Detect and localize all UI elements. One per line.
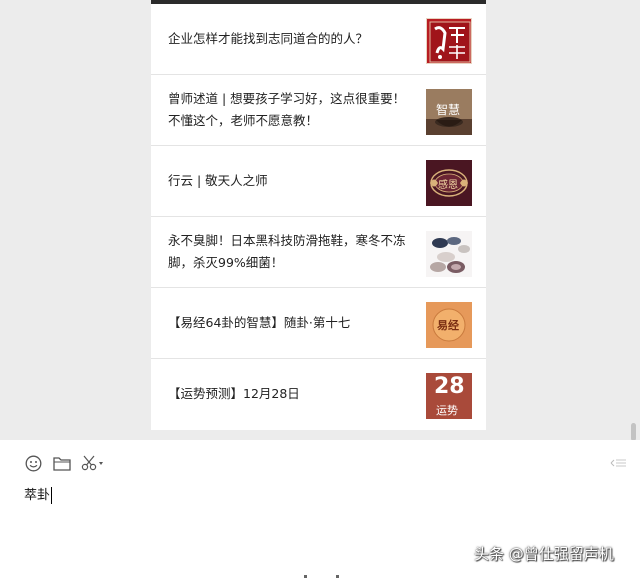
article-title[interactable]: 永不臭脚！日本黑科技防滑拖鞋，寒冬不冻 脚，杀灭99%细菌！: [168, 217, 413, 287]
emoji-smiley-icon[interactable]: [24, 454, 42, 472]
yijing-badge-thumbnail[interactable]: 易经: [426, 302, 472, 348]
article-item[interactable]: 【运势预测】12月28日 28 运势: [151, 359, 486, 430]
message-input-text[interactable]: 萃卦: [24, 488, 50, 503]
article-item[interactable]: 曾师述道 | 想要孩子学习好，这点很重要！ 不懂这个，老师不愿意教！ 智慧: [151, 75, 486, 146]
article-title[interactable]: 曾师述道 | 想要孩子学习好，这点很重要！ 不懂这个，老师不愿意教！: [168, 75, 413, 145]
message-input[interactable]: 萃卦: [24, 485, 584, 507]
ornate-frame-thumbnail[interactable]: 感恩: [426, 160, 472, 206]
brush-calligraphy-thumbnail[interactable]: [426, 18, 472, 64]
message-compose-area: 萃卦 头条 @曾仕强留声机: [0, 440, 640, 578]
article-title[interactable]: 【运势预测】12月28日: [168, 359, 413, 429]
thumb-caption: 感恩: [438, 180, 458, 191]
calendar-fortune-thumbnail[interactable]: 28 运势: [426, 373, 472, 419]
thumb-caption: 智慧: [436, 103, 461, 117]
slippers-photo-thumbnail[interactable]: [426, 231, 472, 277]
article-list-card: 企业怎样才能找到志同道合的的人？ 曾师述道 | 想要孩子学习好，这点很重要！ 不…: [151, 0, 486, 430]
tea-cup-thumbnail[interactable]: 智慧: [426, 89, 472, 135]
thumb-caption: 运势: [436, 404, 458, 417]
calendar-day-number: 28: [434, 374, 465, 399]
thumb-caption: 易经: [437, 319, 459, 332]
scissors-screenshot-icon[interactable]: [81, 454, 105, 472]
article-title[interactable]: 【易经64卦的智慧】随卦·第十七: [168, 288, 413, 358]
article-title[interactable]: 行云 | 敬天人之师: [168, 146, 413, 216]
scrollbar-thumb[interactable]: [631, 423, 636, 441]
article-item[interactable]: 永不臭脚！日本黑科技防滑拖鞋，寒冬不冻 脚，杀灭99%细菌！: [151, 217, 486, 288]
send-indicator-icon: [606, 454, 628, 472]
article-item[interactable]: 行云 | 敬天人之师 感恩: [151, 146, 486, 217]
article-item[interactable]: 企业怎样才能找到志同道合的的人？: [151, 4, 486, 75]
article-item[interactable]: 【易经64卦的智慧】随卦·第十七 易经: [151, 288, 486, 359]
text-caret: [51, 487, 53, 504]
folder-icon[interactable]: [53, 454, 71, 472]
article-title[interactable]: 企业怎样才能找到志同道合的的人？: [168, 4, 413, 74]
watermark-text: 头条 @曾仕强留声机: [474, 545, 614, 563]
